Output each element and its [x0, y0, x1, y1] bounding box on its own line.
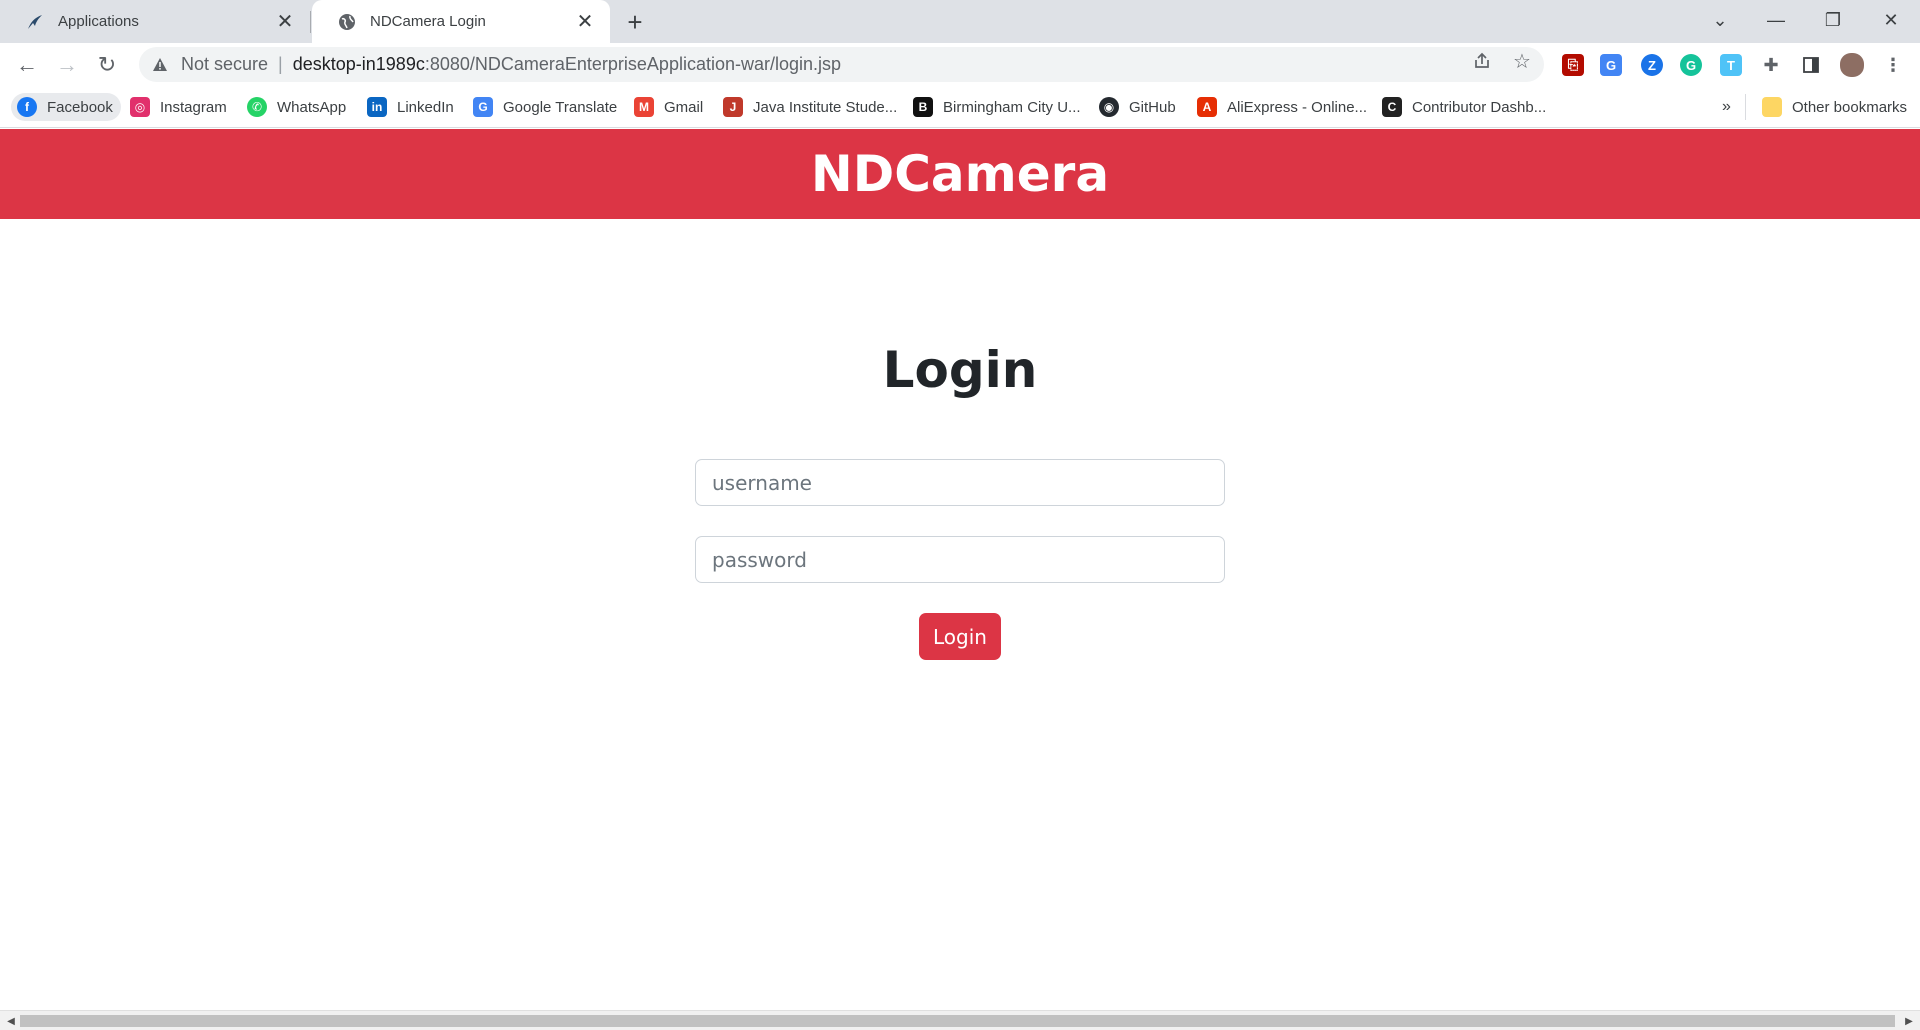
translate-extension-icon[interactable]: G	[1600, 54, 1622, 76]
bookmark-aliexpress[interactable]: A AliExpress - Online...	[1197, 93, 1367, 121]
bookmark-label: WhatsApp	[277, 98, 347, 116]
bookmarks-overflow-button[interactable]: »	[1722, 93, 1731, 121]
bookmark-whatsapp[interactable]: ✆ WhatsApp	[247, 93, 346, 121]
bookmarks-divider	[1745, 94, 1746, 120]
menu-kebab-icon[interactable]: ⋮	[1882, 54, 1904, 76]
bookmark-label: LinkedIn	[397, 98, 454, 116]
bookmark-label: Other bookmarks	[1792, 98, 1908, 116]
restore-button[interactable]: ❐	[1806, 0, 1860, 40]
globe-icon	[336, 11, 358, 33]
address-bar[interactable]: Not secure | desktop-in1989c:8080/NDCame…	[139, 47, 1544, 82]
close-window-button[interactable]: ✕	[1864, 0, 1918, 40]
translate-icon: G	[473, 97, 493, 117]
bookmark-label: AliExpress - Online...	[1227, 98, 1368, 116]
aliexpress-icon: A	[1197, 97, 1217, 117]
extensions-puzzle-icon[interactable]: ✚	[1760, 54, 1782, 76]
bookmark-label: Instagram	[160, 98, 227, 116]
bookmark-github[interactable]: ◉ GitHub	[1099, 93, 1176, 121]
gmail-icon: M	[634, 97, 654, 117]
password-input[interactable]	[695, 536, 1225, 583]
close-tab-icon[interactable]: ✕	[574, 11, 596, 33]
back-button[interactable]: ←	[11, 49, 43, 81]
tab-title: NDCamera Login	[370, 13, 486, 30]
bookmark-contributor-dashboard[interactable]: C Contributor Dashb...	[1382, 93, 1546, 121]
tab-search-icon[interactable]: ⌄	[1693, 0, 1747, 40]
bookmark-star-icon[interactable]: ☆	[1510, 49, 1534, 73]
grammarly-extension-icon[interactable]: G	[1680, 54, 1702, 76]
bookmark-facebook[interactable]: f Facebook	[11, 93, 121, 121]
reload-button[interactable]: ↻	[91, 49, 123, 81]
acrobat-extension-icon[interactable]: ⎘	[1562, 54, 1584, 76]
side-panel-icon[interactable]	[1800, 54, 1822, 76]
username-input[interactable]	[695, 459, 1225, 506]
share-icon[interactable]	[1470, 49, 1494, 73]
instagram-icon: ◎	[130, 97, 150, 117]
bookmark-label: Facebook	[47, 98, 113, 116]
bookmark-label: GitHub	[1129, 98, 1176, 116]
linkedin-icon: in	[367, 97, 387, 117]
glassfish-icon	[24, 11, 46, 33]
bookmark-instagram[interactable]: ◎ Instagram	[130, 93, 227, 121]
bcu-icon: B	[913, 97, 933, 117]
bookmark-java-institute[interactable]: J Java Institute Stude...	[723, 93, 897, 121]
new-tab-button[interactable]: +	[620, 7, 650, 37]
close-tab-icon[interactable]: ✕	[274, 11, 296, 33]
java-institute-icon: J	[723, 97, 743, 117]
bookmark-label: Gmail	[664, 98, 704, 116]
text-extension-icon[interactable]: T	[1720, 54, 1742, 76]
minimize-button[interactable]: —	[1749, 0, 1803, 40]
folder-icon	[1762, 97, 1782, 117]
contributor-icon: C	[1382, 97, 1402, 117]
bookmark-label: Google Translate	[503, 98, 618, 116]
tab-applications[interactable]: Applications ✕	[0, 0, 310, 43]
zoom-extension-icon[interactable]: Z	[1641, 54, 1663, 76]
url-host: desktop-in1989c	[292, 54, 425, 74]
tab-strip: Applications ✕ NDCamera Login ✕ + ⌄ — ❐ …	[0, 0, 1920, 43]
bookmark-gmail[interactable]: M Gmail	[634, 93, 703, 121]
profile-avatar[interactable]	[1840, 53, 1864, 77]
horizontal-scrollbar[interactable]: ◀ ▶	[0, 1010, 1920, 1030]
scroll-right-icon[interactable]: ▶	[1902, 1014, 1916, 1028]
security-label[interactable]: Not secure	[181, 54, 268, 75]
bookmark-birmingham-city[interactable]: B Birmingham City U...	[913, 93, 1081, 121]
bookmark-label: Java Institute Stude...	[753, 98, 898, 116]
whatsapp-icon: ✆	[247, 97, 267, 117]
facebook-icon: f	[17, 97, 37, 117]
page-content: NDCamera Login Login	[0, 129, 1920, 1010]
bookmark-label: Birmingham City U...	[943, 98, 1081, 116]
browser-toolbar: ← → ↻ Not secure | desktop-in1989c:8080/…	[0, 43, 1920, 86]
brand-title: NDCamera	[810, 145, 1110, 203]
login-heading: Login	[882, 341, 1038, 399]
other-bookmarks[interactable]: Other bookmarks	[1762, 93, 1907, 121]
tab-separator	[310, 11, 311, 33]
bookmarks-bar: f Facebook ◎ Instagram ✆ WhatsApp in Lin…	[0, 86, 1920, 128]
url-path: :8080/NDCameraEnterpriseApplication-war/…	[424, 54, 842, 74]
address-separator: |	[278, 54, 283, 74]
brand-header: NDCamera	[0, 129, 1920, 219]
forward-button[interactable]: →	[51, 49, 83, 81]
tab-title: Applications	[58, 13, 139, 30]
login-button[interactable]: Login	[919, 613, 1001, 660]
scroll-left-icon[interactable]: ◀	[4, 1014, 18, 1028]
bookmark-label: Contributor Dashb...	[1412, 98, 1547, 116]
bookmark-linkedin[interactable]: in LinkedIn	[367, 93, 454, 121]
bookmark-google-translate[interactable]: G Google Translate	[473, 93, 617, 121]
github-icon: ◉	[1099, 97, 1119, 117]
tab-ndcamera-login[interactable]: NDCamera Login ✕	[312, 0, 610, 43]
scrollbar-thumb[interactable]	[20, 1015, 1895, 1027]
warning-icon	[151, 57, 169, 72]
